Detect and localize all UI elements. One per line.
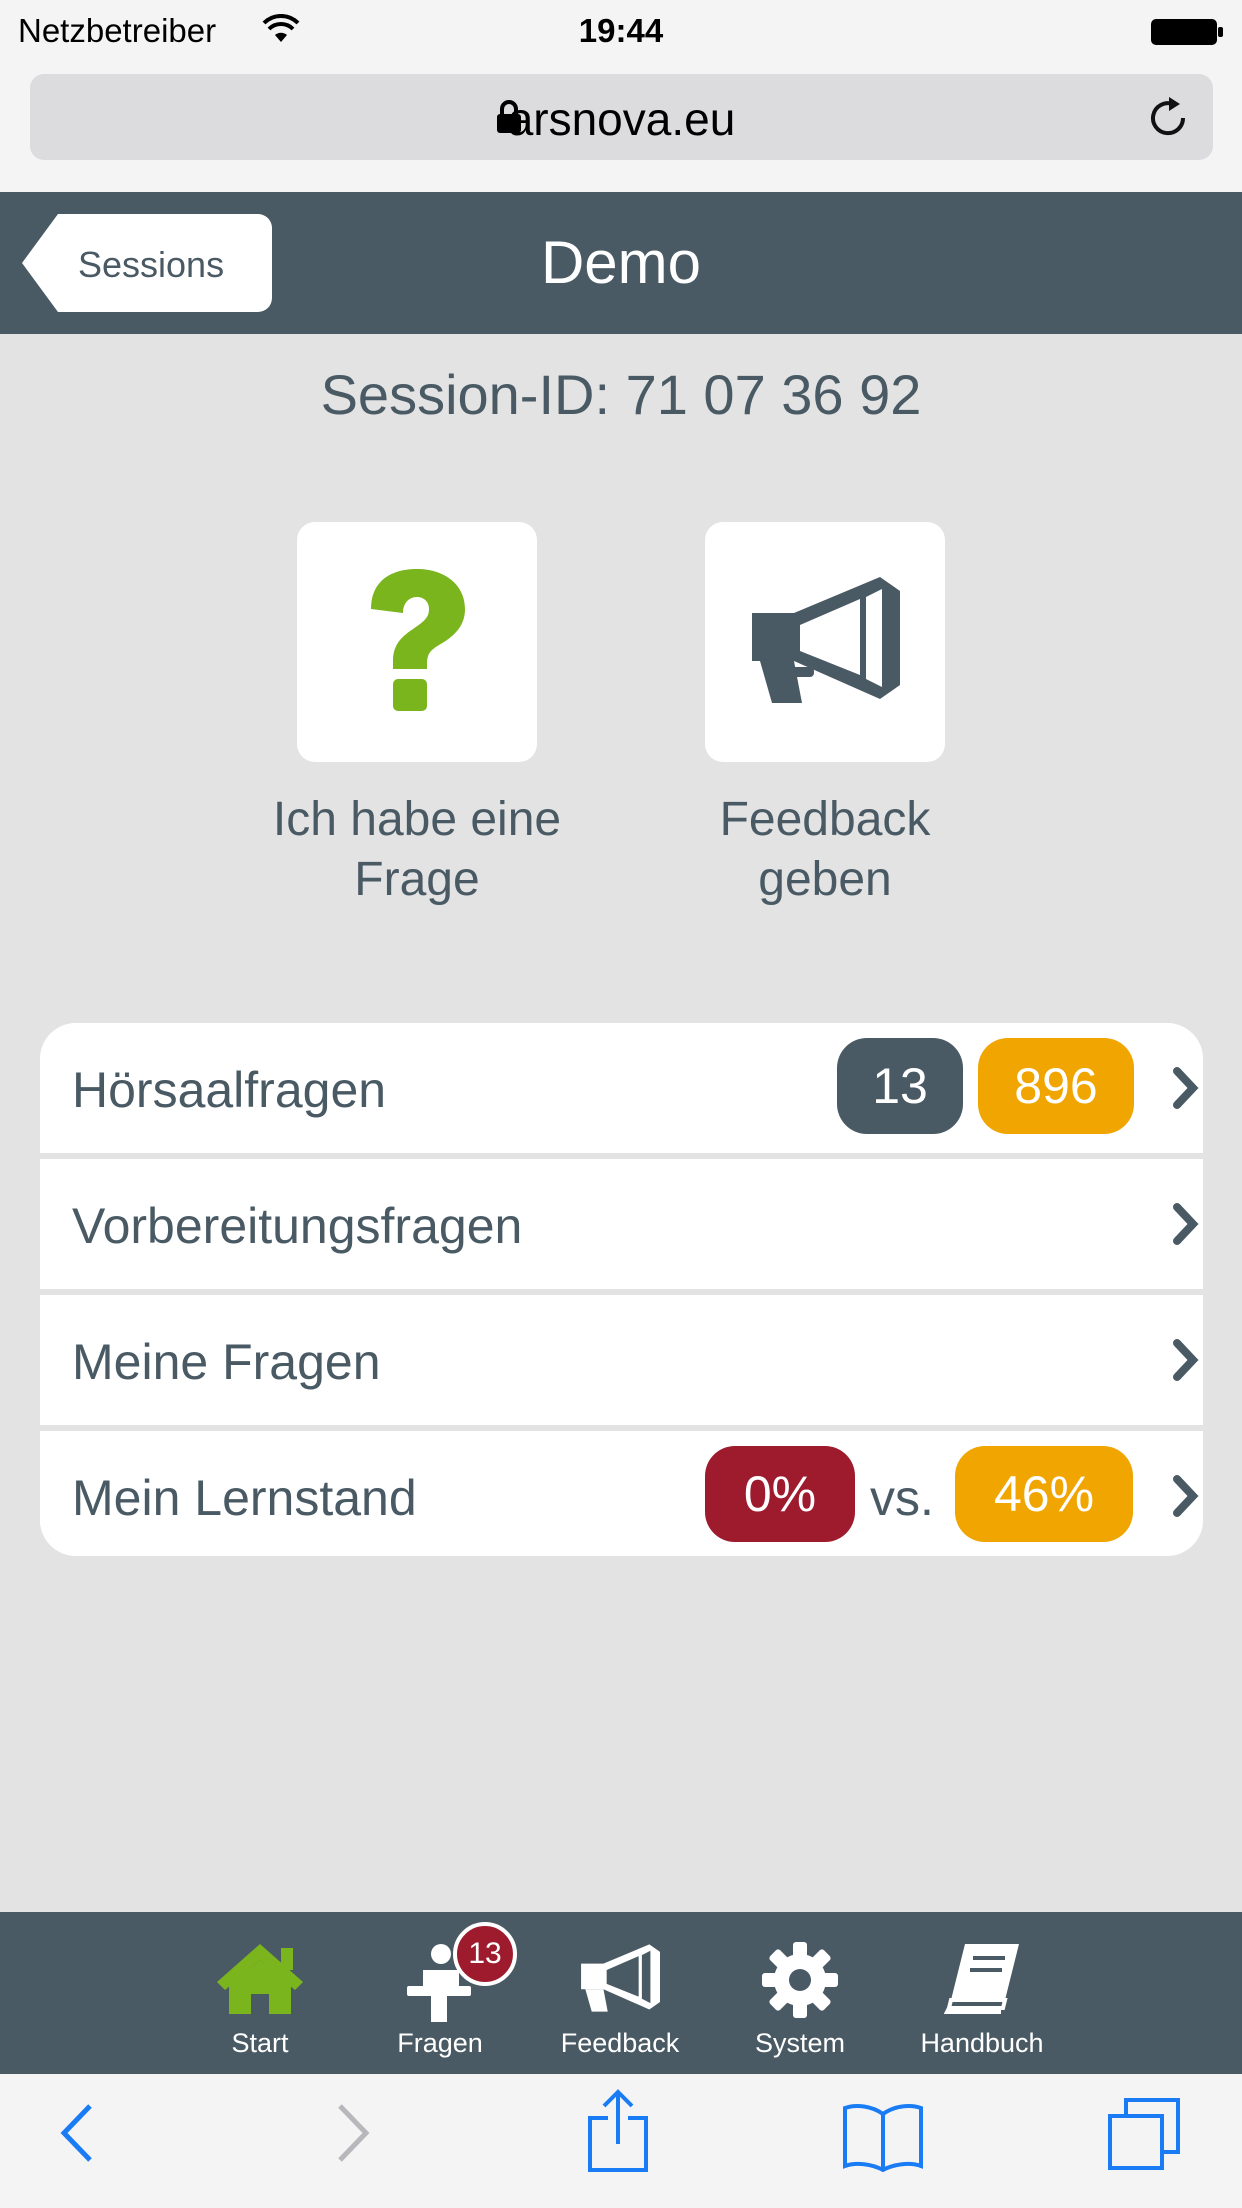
forward-arrow-icon[interactable] [334,2098,374,2173]
megaphone-icon [750,575,900,710]
chevron-right-icon [1171,1067,1199,1114]
browser-toolbar: arsnova.eu [0,62,1242,192]
tab-label: Handbuch [920,2028,1044,2058]
answer-count-badge: 896 [978,1038,1134,1134]
tab-label: Fragen [397,2028,483,2058]
versus-label: vs. [870,1470,934,1526]
feedback-button[interactable] [705,522,945,762]
bookmarks-icon[interactable] [842,2102,924,2177]
feedback-label-line2: geben [758,853,892,906]
status-bar: Netzbetreiber 19:44 [0,0,1242,62]
ask-question-label: Ich habe eine Frage [217,790,617,910]
url-domain: arsnova.eu [507,93,736,145]
reload-icon[interactable] [1147,94,1191,145]
gear-icon [715,1942,885,2022]
app-header: Sessions Demo [0,192,1242,334]
back-arrow-icon[interactable] [56,2098,96,2173]
list-item-label: Vorbereitungsfragen [72,1198,523,1254]
tab-handbuch[interactable]: Handbuch [897,1912,1067,2074]
ask-question-label-line1: Ich habe eine [272,793,562,846]
tab-bar: Start 13 Fragen Feedback System Handbuch [0,1912,1242,2074]
tab-system[interactable]: System [715,1912,885,2074]
list-item-my-questions[interactable]: Meine Fragen [40,1295,1203,1425]
megaphone-icon [535,1942,705,2022]
tab-label: System [754,2028,846,2058]
tab-start[interactable]: Start [175,1912,345,2074]
browser-bottom-toolbar [0,2074,1242,2208]
list-item-label: Hörsaalfragen [72,1062,387,1118]
feedback-tile[interactable]: Feedback geben [705,522,945,906]
my-progress-badge: 0% [705,1446,855,1542]
tab-fragen[interactable]: 13 Fragen [355,1912,525,2074]
battery-icon [1150,16,1224,54]
list-item-lecture-questions[interactable]: Hörsaalfragen 13 896 [40,1023,1203,1153]
list-item-preparation-questions[interactable]: Vorbereitungsfragen [40,1159,1203,1289]
address-bar[interactable]: arsnova.eu [30,74,1213,160]
ask-question-button[interactable] [297,522,537,762]
page-title: Demo [540,229,702,296]
chevron-right-icon [1171,1339,1199,1386]
home-icon [175,1942,345,2022]
feedback-label-line1: Feedback [719,793,931,846]
share-icon[interactable] [586,2088,650,2179]
list-item-learning-progress[interactable]: Mein Lernstand 0% vs. 46% [40,1431,1203,1556]
course-progress-badge: 46% [955,1446,1133,1542]
question-count-badge: 13 [837,1038,963,1134]
question-icon [357,565,477,720]
tab-feedback[interactable]: Feedback [535,1912,705,2074]
question-list: Hörsaalfragen 13 896 Vorbereitungsfragen… [40,1023,1203,1556]
book-icon [897,1942,1067,2022]
feedback-label: Feedback geben [625,790,1025,910]
list-item-label: Meine Fragen [72,1334,381,1390]
tab-label: Start [231,2028,289,2058]
ask-question-label-line2: Frage [354,853,480,906]
tabs-icon[interactable] [1106,2096,1182,2177]
ask-question-tile[interactable]: Ich habe eine Frage [273,522,561,906]
chevron-right-icon [1171,1203,1199,1250]
chevron-right-icon [1171,1475,1199,1522]
session-id: Session-ID: 71 07 36 92 [320,363,922,426]
list-item-label: Mein Lernstand [72,1470,417,1526]
clock: 19:44 [578,12,664,49]
tab-label: Feedback [560,2028,680,2058]
questions-count-badge: 13 [453,1922,517,1986]
